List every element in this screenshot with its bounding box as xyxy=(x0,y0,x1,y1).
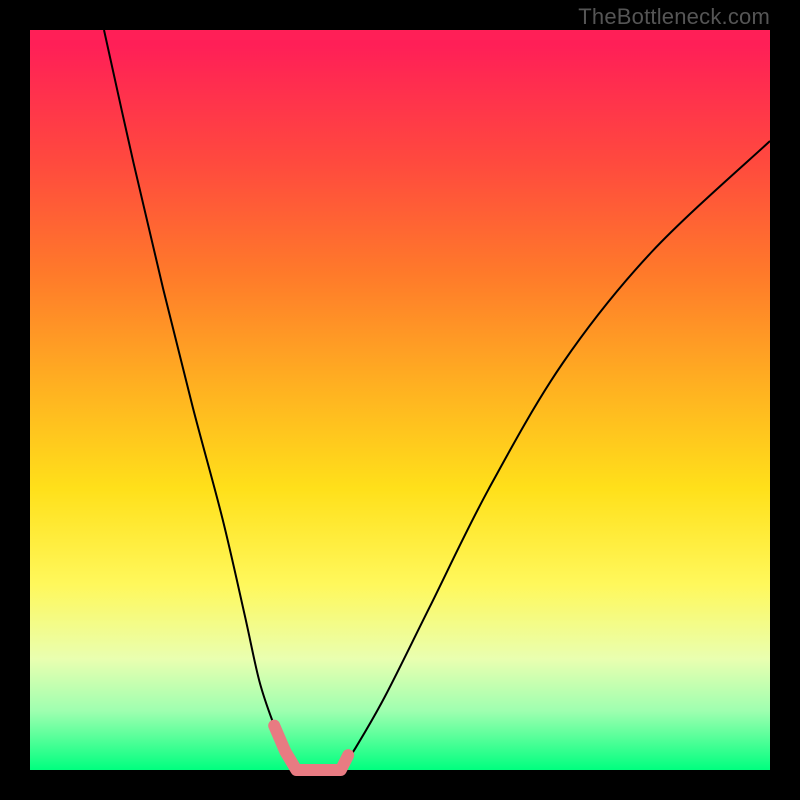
chart-container: TheBottleneck.com xyxy=(0,0,800,800)
watermark-text: TheBottleneck.com xyxy=(578,4,770,30)
bottleneck-curve-left xyxy=(104,30,296,770)
bottleneck-curve-right xyxy=(341,141,770,770)
curve-layer xyxy=(30,30,770,770)
optimum-marker xyxy=(274,726,348,770)
plot-area xyxy=(30,30,770,770)
